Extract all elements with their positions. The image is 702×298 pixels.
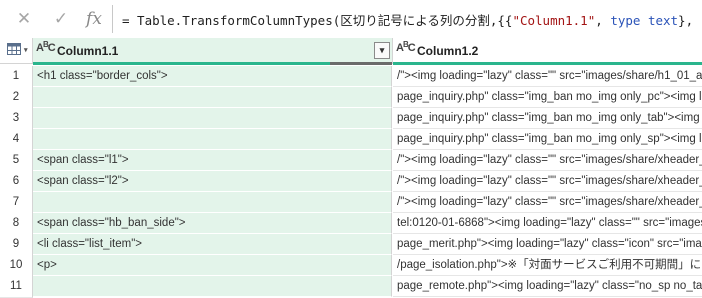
row-number[interactable]: 3 — [0, 108, 33, 130]
row-number[interactable]: 2 — [0, 87, 33, 109]
formula-column-string: "Column1.1" — [512, 13, 596, 28]
column-title: Column1.2 — [417, 44, 479, 58]
formula-prefix: = Table.TransformColumnTypes(区切り記号による列の分… — [122, 13, 513, 28]
cell-column1-2[interactable]: page_merit.php"><img loading="lazy" clas… — [393, 234, 702, 255]
cell-column1-2[interactable]: tel:0120-01-6868"><img loading="lazy" cl… — [393, 213, 702, 234]
text-type-icon[interactable]: ABC — [396, 40, 416, 54]
column-quality-bar — [393, 62, 702, 65]
fx-icon[interactable]: fx — [80, 6, 108, 32]
formula-divider — [112, 5, 113, 33]
cell-column1-1[interactable] — [33, 192, 392, 213]
table-row[interactable]: 2 page_inquiry.php" class="img_ban mo_img… — [0, 87, 702, 109]
column-title: Column1.1 — [57, 44, 119, 58]
table-row[interactable]: 4 page_inquiry.php" class="img_ban mo_img… — [0, 129, 702, 151]
row-number[interactable]: 9 — [0, 234, 33, 256]
cell-column1-1[interactable]: <span class="l1"> — [33, 150, 392, 171]
column-quality-bar-empty — [330, 62, 392, 65]
cell-column1-2[interactable]: page_remote.php"><img loading="lazy" cla… — [393, 276, 702, 297]
formula-type-keyword: type text — [610, 13, 679, 28]
row-number[interactable]: 1 — [0, 66, 33, 88]
cell-column1-2[interactable]: page_inquiry.php" class="img_ban mo_img … — [393, 108, 702, 129]
cell-column1-2[interactable]: /"><img loading="lazy" class="" src="ima… — [393, 66, 702, 87]
row-number[interactable]: 8 — [0, 213, 33, 235]
data-grid: ▾ ABC Column1.1 ▾ ABC Column1.2 1 <h1 cla… — [0, 38, 702, 298]
table-row[interactable]: 11 page_remote.php"><img loading="lazy" c… — [0, 276, 702, 298]
row-number[interactable]: 4 — [0, 129, 33, 151]
cell-column1-2[interactable]: page_inquiry.php" class="img_ban mo_img … — [393, 87, 702, 108]
chevron-down-icon: ▾ — [24, 47, 28, 54]
text-type-icon[interactable]: ABC — [36, 40, 56, 54]
formula-suffix: }, — [678, 13, 694, 28]
table-row[interactable]: 8 <span class="hb_ban_side"> tel:0120-01-6… — [0, 213, 702, 235]
cell-column1-2[interactable]: /"><img loading="lazy" class="" src="ima… — [393, 171, 702, 192]
table-row[interactable]: 9 <li class="list_item"> page_merit.php"><… — [0, 234, 702, 256]
table-row[interactable]: 6 <span class="l2">/"><img loading="lazy"… — [0, 171, 702, 193]
cell-column1-1[interactable] — [33, 87, 392, 108]
cell-column1-1[interactable]: <h1 class="border_cols"> — [33, 66, 392, 87]
table-menu-button[interactable]: ▾ — [0, 38, 33, 64]
cell-column1-1[interactable] — [33, 276, 392, 297]
table-row[interactable]: 1 <h1 class="border_cols">/"><img loading… — [0, 66, 702, 88]
cancel-icon[interactable]: ✕ — [10, 6, 38, 32]
confirm-check-icon[interactable]: ✓ — [47, 6, 75, 32]
table-row[interactable]: 10 <p>/page_isolation.php">※「対面サービスご利用不可期… — [0, 255, 702, 277]
column-quality-bar — [33, 62, 330, 65]
cell-column1-1[interactable]: <span class="hb_ban_side"> — [33, 213, 392, 234]
cell-column1-2[interactable]: /"><img loading="lazy" class="" src="ima… — [393, 192, 702, 213]
table-row[interactable]: 7 /"><img loading="lazy" class="" src="im… — [0, 192, 702, 214]
cell-column1-2[interactable]: page_inquiry.php" class="img_ban mo_img … — [393, 129, 702, 150]
row-number[interactable]: 5 — [0, 150, 33, 172]
cell-column1-2[interactable]: /page_isolation.php">※「対面サービスご利用不可期間」につ — [393, 255, 702, 276]
row-number[interactable]: 7 — [0, 192, 33, 214]
column-header-1[interactable]: ABC Column1.1 ▾ — [33, 38, 393, 64]
formula-bar: ✕ ✓ fx = Table.TransformColumnTypes(区切り記… — [0, 0, 702, 39]
table-row[interactable]: 3 page_inquiry.php" class="img_ban mo_img… — [0, 108, 702, 130]
table-grid-icon — [7, 43, 21, 55]
cell-column1-1[interactable] — [33, 129, 392, 150]
column-header-2[interactable]: ABC Column1.2 — [393, 38, 702, 64]
cell-column1-1[interactable]: <li class="list_item"> — [33, 234, 392, 255]
table-row[interactable]: 5 <span class="l1">/"><img loading="lazy"… — [0, 150, 702, 172]
row-number[interactable]: 11 — [0, 276, 33, 298]
formula-input[interactable]: = Table.TransformColumnTypes(区切り記号による列の分… — [122, 10, 693, 29]
row-number[interactable]: 10 — [0, 255, 33, 277]
cell-column1-1[interactable] — [33, 108, 392, 129]
formula-separator: , — [595, 13, 611, 28]
filter-dropdown-icon[interactable]: ▾ — [374, 42, 390, 59]
cell-column1-1[interactable]: <span class="l2"> — [33, 171, 392, 192]
cell-column1-2[interactable]: /"><img loading="lazy" class="" src="ima… — [393, 150, 702, 171]
row-number[interactable]: 6 — [0, 171, 33, 193]
cell-column1-1[interactable]: <p> — [33, 255, 392, 276]
